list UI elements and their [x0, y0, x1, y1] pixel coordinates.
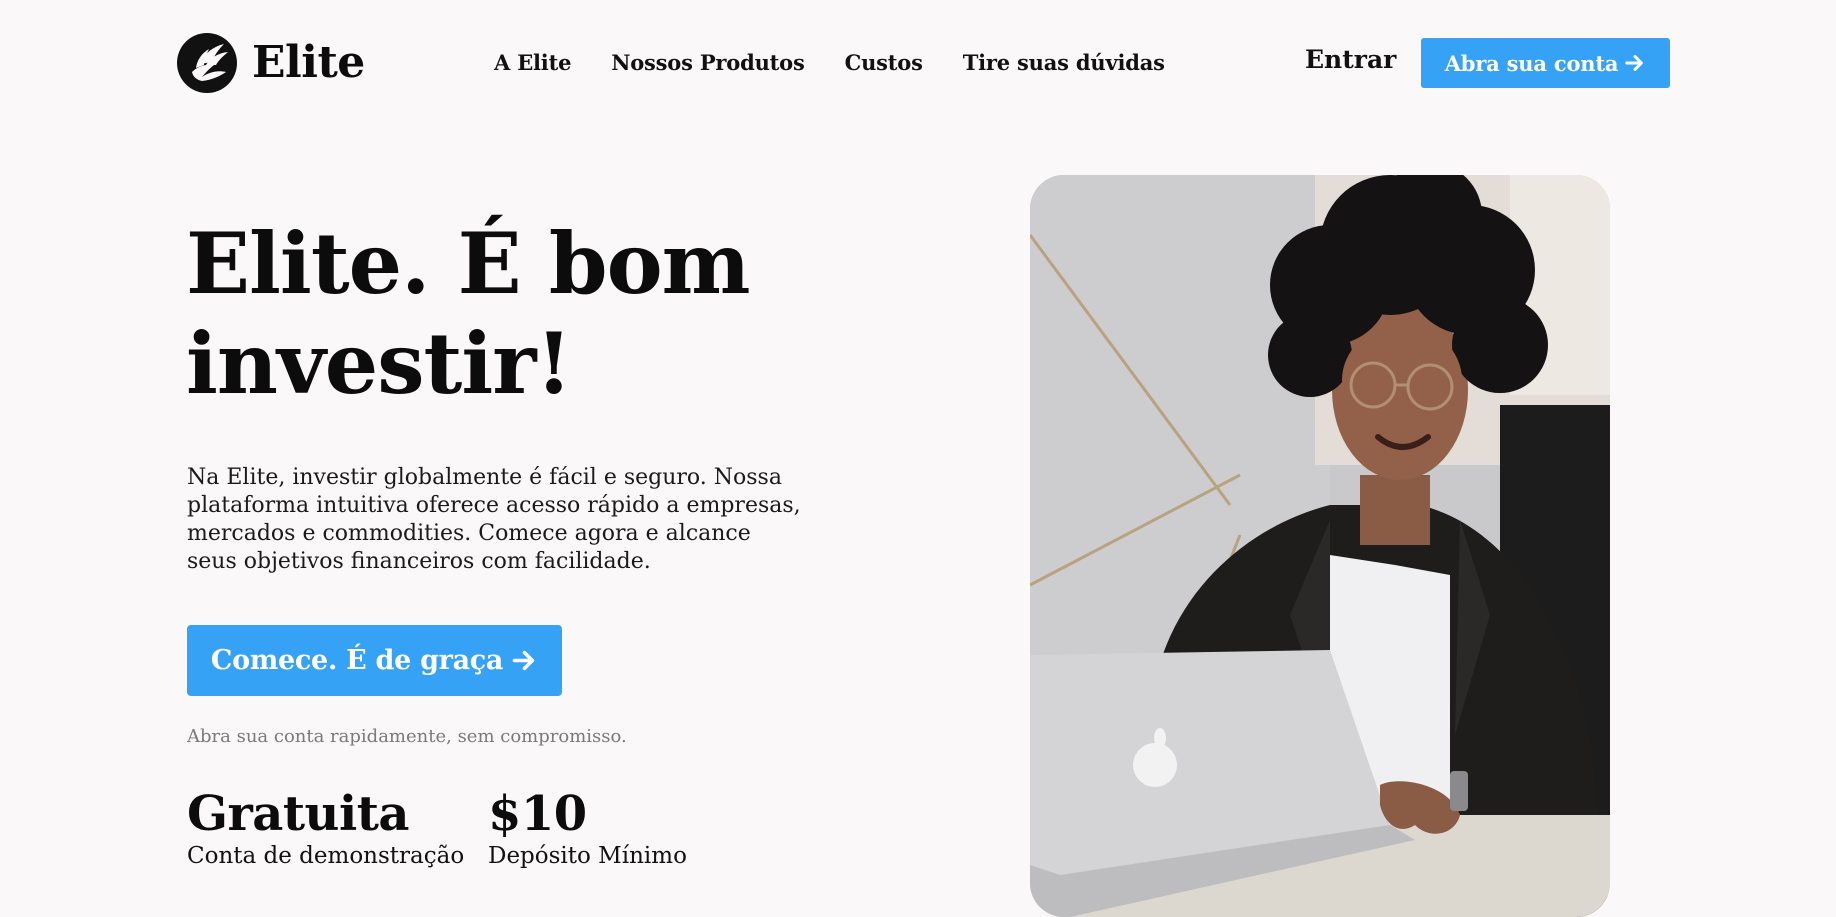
stat-demo-account: Gratuita Conta de demonstração — [187, 786, 464, 870]
cta-note: Abra sua conta rapidamente, sem compromi… — [187, 726, 627, 747]
stat-value: $10 — [488, 786, 587, 842]
site-header: Elite A Elite Nossos Produtos Custos Tir… — [0, 0, 1836, 120]
brand-logo-link[interactable]: Elite — [176, 32, 365, 94]
hero-title-line2: investir! — [186, 314, 572, 413]
nav-item-nossos-produtos[interactable]: Nossos Produtos — [611, 50, 805, 75]
start-free-label: Comece. É de graça — [210, 645, 504, 676]
stat-label: Depósito Mínimo — [488, 843, 687, 869]
nav-item-tire-suas-duvidas[interactable]: Tire suas dúvidas — [963, 50, 1165, 75]
main-nav: A Elite Nossos Produtos Custos Tire suas… — [494, 50, 1165, 75]
open-account-label: Abra sua conta — [1444, 50, 1619, 76]
hero-title-line1: Elite. É bom — [186, 214, 750, 313]
nav-item-a-elite[interactable]: A Elite — [494, 50, 571, 75]
hero-description: Na Elite, investir globalmente é fácil e… — [187, 465, 801, 574]
stat-label: Conta de demonstração — [187, 843, 465, 869]
start-free-button[interactable]: Comece. É de graça — [187, 625, 562, 696]
hero-title: Elite. É bom investir! — [186, 214, 886, 414]
bird-logo-icon — [177, 33, 237, 93]
login-link[interactable]: Entrar — [1305, 45, 1396, 74]
arrow-right-icon — [512, 650, 535, 671]
woman-with-laptop-image — [1030, 175, 1610, 917]
stat-minimum-deposit: $10 Depósito Mínimo — [488, 786, 687, 870]
brand-name: Elite — [252, 37, 365, 88]
stat-value: Gratuita — [187, 786, 409, 842]
arrow-right-icon — [1625, 55, 1644, 71]
nav-item-custos[interactable]: Custos — [845, 50, 923, 75]
open-account-button[interactable]: Abra sua conta — [1421, 38, 1670, 88]
hero-photo — [1030, 175, 1610, 917]
